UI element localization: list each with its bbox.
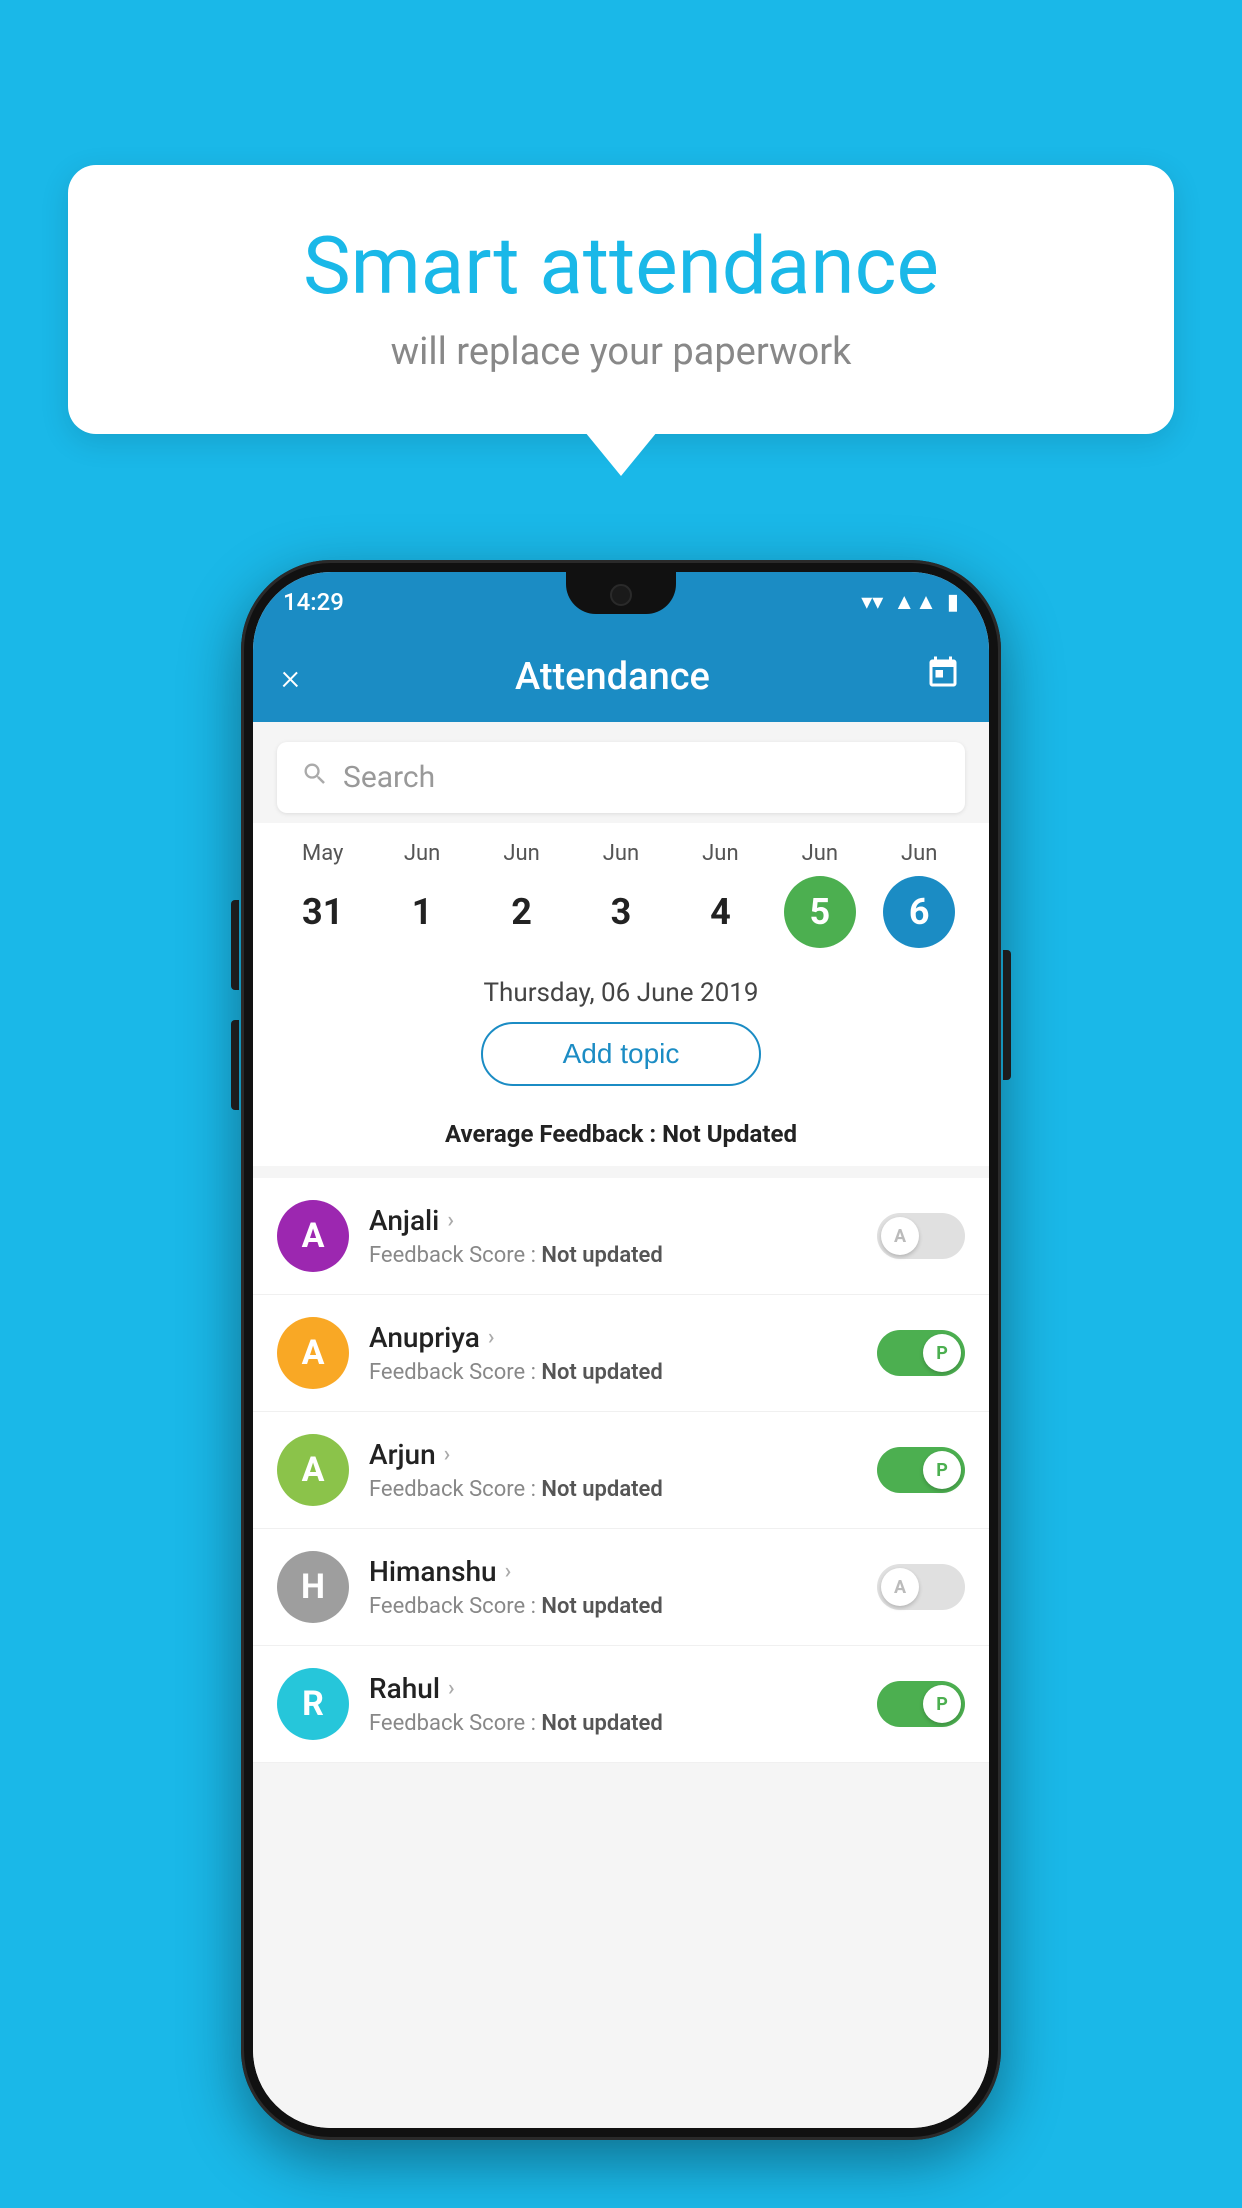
search-placeholder: Search — [343, 760, 941, 795]
power-button — [1003, 950, 1011, 1080]
student-avatar: A — [277, 1317, 349, 1389]
battery-icon: ▮ — [947, 590, 959, 615]
student-name: Himanshu › — [369, 1555, 857, 1588]
close-button[interactable]: × — [281, 656, 300, 698]
status-time: 14:29 — [283, 588, 344, 616]
attendance-toggle[interactable]: A — [877, 1564, 965, 1610]
bubble-subtitle: will replace your paperwork — [128, 330, 1114, 374]
add-topic-button[interactable]: Add topic — [481, 1022, 761, 1086]
status-icons: ▾▾ ▲▲ ▮ — [861, 589, 959, 615]
attendance-toggle[interactable]: P — [877, 1681, 965, 1727]
student-avatar: R — [277, 1668, 349, 1740]
student-name: Anjali › — [369, 1204, 857, 1237]
student-item[interactable]: A Arjun › Feedback Score : Not updated P — [253, 1412, 989, 1529]
calendar-day[interactable]: Jun6 — [874, 841, 964, 948]
wifi-icon: ▾▾ — [861, 590, 883, 615]
student-feedback: Feedback Score : Not updated — [369, 1711, 857, 1736]
student-item[interactable]: H Himanshu › Feedback Score : Not updated A — [253, 1529, 989, 1646]
bubble-title: Smart attendance — [128, 220, 1114, 312]
calendar-icon[interactable] — [925, 655, 961, 699]
student-feedback: Feedback Score : Not updated — [369, 1477, 857, 1502]
speech-bubble: Smart attendance will replace your paper… — [68, 165, 1174, 434]
app-content: Search May31Jun1Jun2Jun3Jun4Jun5Jun6 Thu… — [253, 722, 989, 2128]
student-feedback: Feedback Score : Not updated — [369, 1594, 857, 1619]
phone-outer: 14:29 ▾▾ ▲▲ ▮ × Attendance — [241, 560, 1001, 2140]
calendar-day[interactable]: Jun3 — [576, 841, 666, 948]
phone-notch — [566, 572, 676, 614]
student-item[interactable]: A Anjali › Feedback Score : Not updated A — [253, 1178, 989, 1295]
student-list: AAnjali ›Feedback Score : Not updatedAAA… — [253, 1178, 989, 1763]
calendar-day[interactable]: Jun4 — [675, 841, 765, 948]
student-name: Anupriya › — [369, 1321, 857, 1354]
front-camera — [610, 584, 632, 606]
calendar-day[interactable]: Jun2 — [477, 841, 567, 948]
calendar-day[interactable]: May31 — [278, 841, 368, 948]
attendance-toggle[interactable]: P — [877, 1447, 965, 1493]
phone-mockup: 14:29 ▾▾ ▲▲ ▮ × Attendance — [241, 560, 1001, 2140]
signal-icon: ▲▲ — [893, 589, 937, 615]
selected-date-label: Thursday, 06 June 2019 — [253, 958, 989, 1022]
student-name: Arjun › — [369, 1438, 857, 1471]
add-topic-section: Add topic — [253, 1022, 989, 1120]
volume-down-button — [231, 900, 239, 990]
student-item[interactable]: A Anupriya › Feedback Score : Not updated P — [253, 1295, 989, 1412]
student-avatar: A — [277, 1200, 349, 1272]
student-feedback: Feedback Score : Not updated — [369, 1360, 857, 1385]
phone-screen: 14:29 ▾▾ ▲▲ ▮ × Attendance — [253, 572, 989, 2128]
student-name: Rahul › — [369, 1672, 857, 1705]
calendar-day[interactable]: Jun1 — [377, 841, 467, 948]
search-icon — [301, 760, 329, 795]
calendar-day[interactable]: Jun5 — [775, 841, 865, 948]
calendar-row: May31Jun1Jun2Jun3Jun4Jun5Jun6 — [263, 823, 979, 948]
app-header: × Attendance — [253, 632, 989, 722]
attendance-toggle[interactable]: P — [877, 1330, 965, 1376]
header-title: Attendance — [515, 655, 710, 699]
volume-up-button — [231, 1020, 239, 1110]
student-avatar: A — [277, 1434, 349, 1506]
search-bar[interactable]: Search — [277, 742, 965, 813]
attendance-toggle[interactable]: A — [877, 1213, 965, 1259]
avg-feedback: Average Feedback : Not Updated — [253, 1120, 989, 1166]
student-item[interactable]: R Rahul › Feedback Score : Not updated P — [253, 1646, 989, 1763]
calendar-section: May31Jun1Jun2Jun3Jun4Jun5Jun6 — [253, 823, 989, 958]
student-avatar: H — [277, 1551, 349, 1623]
student-feedback: Feedback Score : Not updated — [369, 1243, 857, 1268]
